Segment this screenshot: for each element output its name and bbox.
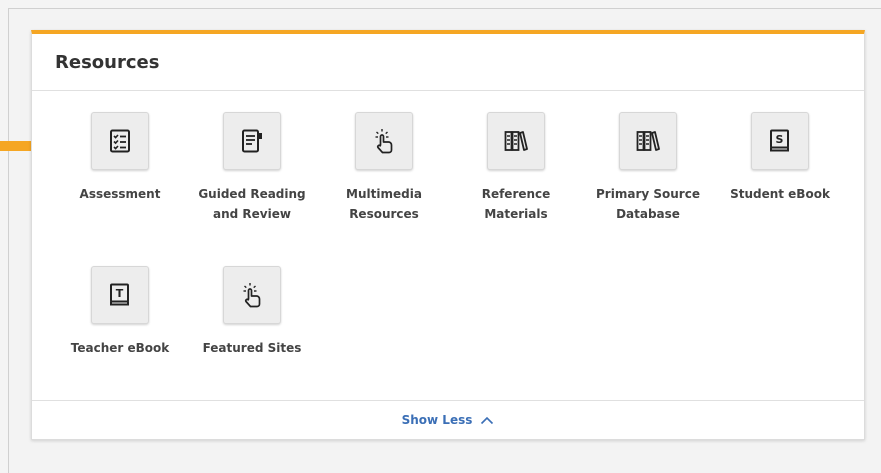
- chevron-up-icon: [481, 416, 494, 424]
- resource-student-ebook[interactable]: S Student eBook: [725, 112, 835, 204]
- teacher-ebook-icon: T: [110, 283, 129, 306]
- panel-header: Resources: [32, 34, 864, 91]
- tap-hand-icon: [375, 129, 393, 154]
- show-less-button[interactable]: Show Less: [402, 413, 495, 427]
- resource-primary-source-database[interactable]: Primary Source Database: [593, 112, 703, 224]
- notebook-icon: [242, 129, 262, 153]
- resource-label[interactable]: Guided Reading and Review: [197, 184, 307, 224]
- featured-sites-tile-icon[interactable]: [223, 266, 281, 324]
- resource-multimedia[interactable]: Multimedia Resources: [329, 112, 439, 224]
- checklist-icon: [110, 129, 130, 153]
- guided-reading-tile-icon[interactable]: [223, 112, 281, 170]
- resource-label[interactable]: Assessment: [65, 184, 175, 204]
- resource-label[interactable]: Student eBook: [725, 184, 835, 204]
- panel-footer: Show Less: [32, 400, 864, 439]
- resource-label[interactable]: Primary Source Database: [593, 184, 703, 224]
- teacher-ebook-tile-icon[interactable]: T: [91, 266, 149, 324]
- resource-label[interactable]: Featured Sites: [197, 338, 307, 358]
- resource-label[interactable]: Teacher eBook: [65, 338, 175, 358]
- primary-source-tile-icon[interactable]: [619, 112, 677, 170]
- panel-title: Resources: [55, 51, 160, 73]
- resource-teacher-ebook[interactable]: T Teacher eBook: [65, 266, 175, 358]
- resource-assessment[interactable]: Assessment: [65, 112, 175, 204]
- multimedia-tile-icon[interactable]: [355, 112, 413, 170]
- reference-materials-tile-icon[interactable]: [487, 112, 545, 170]
- student-ebook-icon: S: [770, 129, 789, 152]
- student-ebook-tile-icon[interactable]: S: [751, 112, 809, 170]
- resource-guided-reading[interactable]: Guided Reading and Review: [197, 112, 307, 224]
- resource-reference-materials[interactable]: Reference Materials: [461, 112, 571, 224]
- tap-hand-icon: [243, 283, 261, 308]
- show-less-label: Show Less: [401, 413, 473, 427]
- books-icon: [636, 131, 660, 151]
- resources-panel: Resources Assessment Guided Reading and …: [31, 30, 865, 440]
- books-icon: [504, 131, 528, 151]
- resource-label[interactable]: Reference Materials: [461, 184, 571, 224]
- resource-label[interactable]: Multimedia Resources: [329, 184, 439, 224]
- assessment-tile-icon[interactable]: [91, 112, 149, 170]
- resource-featured-sites[interactable]: Featured Sites: [197, 266, 307, 358]
- svg-text:T: T: [116, 287, 124, 300]
- svg-text:S: S: [776, 133, 784, 146]
